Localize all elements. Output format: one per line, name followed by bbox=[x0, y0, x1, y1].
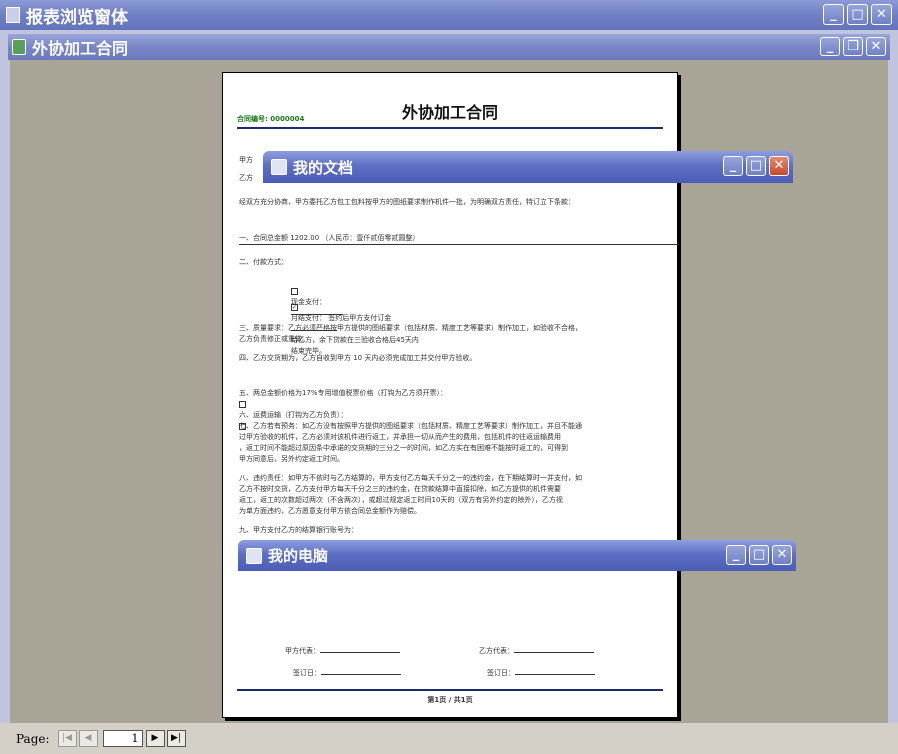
date-b-line bbox=[515, 674, 595, 675]
item-payment-method: 二、付款方式： bbox=[239, 258, 288, 266]
computer-icon bbox=[246, 547, 262, 564]
header-rule bbox=[237, 127, 663, 129]
my-computer-title: 我的电脑 bbox=[268, 547, 329, 565]
page-label: Page: bbox=[16, 731, 50, 746]
my-computer-close-button[interactable]: ✕ bbox=[772, 545, 792, 565]
invoice-text: 五、两总金额价格为17%专用增值税票价格（打钩为乙方须开票）： bbox=[239, 389, 448, 397]
my-computer-minimize-button[interactable]: _ bbox=[726, 545, 746, 565]
signature-a-label: 甲方代表： bbox=[285, 647, 320, 655]
my-computer-maximize-button[interactable]: □ bbox=[749, 545, 769, 565]
report-minimize-button[interactable]: _ bbox=[820, 37, 840, 56]
outer-close-button[interactable]: ✕ bbox=[871, 4, 892, 25]
item-quality: 三、质量要求：乙方必须严格按甲方提供的图纸要求（包括材质、精度工艺等要求）制作加… bbox=[239, 324, 582, 343]
my-documents-window-titlebar[interactable]: 我的文档 _ □ ✕ bbox=[263, 151, 793, 183]
report-window-titlebar[interactable]: 外协加工合同 _ ❐ ✕ bbox=[8, 34, 890, 60]
date-a-label: 签订日： bbox=[293, 669, 321, 677]
page-navigation-bar: Page: |◀ ◀ 1 ▶ ▶| bbox=[0, 723, 898, 754]
total-amount-text: 一、合同总金额 1202.00 （人民币：壹仟贰佰零贰圆整） bbox=[239, 233, 679, 245]
report-window-icon bbox=[6, 7, 20, 23]
signature-a-line bbox=[320, 652, 400, 653]
item-obligations: 七、乙方若有预务：如乙方没有按照甲方提供的图纸要求（包括材质、精度工艺等要求）制… bbox=[239, 422, 582, 463]
date-b-label: 签订日： bbox=[487, 669, 515, 677]
report-window-title: 外协加工合同 bbox=[32, 39, 129, 58]
item-bank-account: 九、甲方支付乙方的结算银行账号为： bbox=[239, 526, 358, 534]
footer-rule bbox=[237, 689, 663, 691]
signature-b-line bbox=[514, 652, 594, 653]
date-b-row: 签订日： bbox=[487, 657, 663, 679]
page-number-input[interactable]: 1 bbox=[102, 730, 143, 747]
intro-text: 经双方充分协商，甲方委托乙方包工包料按甲方的图纸要求制作机件一批，为明确双方责任… bbox=[239, 198, 575, 206]
outer-window-title: 报表浏览窗体 bbox=[26, 7, 128, 28]
my-documents-title: 我的文档 bbox=[293, 158, 354, 177]
my-documents-minimize-button[interactable]: _ bbox=[723, 156, 743, 176]
signature-b-label: 乙方代表： bbox=[479, 647, 514, 655]
first-page-button[interactable]: |◀ bbox=[57, 730, 77, 747]
item-delivery: 四、乙方交货期为，乙方自收到甲方 10 天内必须完成加工并交付甲方验收。 bbox=[239, 354, 477, 362]
outer-minimize-button[interactable]: _ bbox=[823, 4, 844, 25]
next-page-button[interactable]: ▶ bbox=[145, 730, 165, 747]
date-a-line bbox=[321, 674, 401, 675]
shipping-text: 六、运费运输（打钩为乙方负责）： bbox=[239, 411, 348, 419]
my-documents-maximize-button[interactable]: □ bbox=[746, 156, 766, 176]
item-breach: 八、违约责任：如甲方不依时与乙方结算的，甲方支付乙方每天千分之一的违约金，在下期… bbox=[239, 474, 582, 515]
transfer-label: 月结支付： 签约后甲方支付订金 bbox=[291, 314, 392, 322]
item-total-amount: 一、合同总金额 1202.00 （人民币：壹仟贰佰零贰圆整） bbox=[239, 233, 679, 245]
outer-maximize-button[interactable]: □ bbox=[847, 4, 868, 25]
signature-b-row: 乙方代表： bbox=[479, 635, 663, 657]
transfer-checkbox: ✓ bbox=[291, 303, 298, 311]
report-close-button[interactable]: ✕ bbox=[866, 37, 886, 56]
previous-page-button[interactable]: ◀ bbox=[78, 730, 98, 747]
my-documents-close-button[interactable]: ✕ bbox=[769, 156, 789, 176]
folder-icon bbox=[271, 159, 287, 175]
page-footer: 第1页 / 共1页 bbox=[427, 696, 473, 704]
contract-number: 合同编号: 0000004 bbox=[237, 115, 305, 123]
my-computer-window-titlebar[interactable]: 我的电脑 _ □ ✕ bbox=[238, 540, 796, 571]
last-page-button[interactable]: ▶| bbox=[166, 730, 186, 747]
report-restore-button[interactable]: ❐ bbox=[843, 37, 863, 56]
outer-window-titlebar[interactable]: 报表浏览窗体 _ □ ✕ bbox=[0, 0, 898, 30]
report-icon bbox=[12, 39, 26, 55]
